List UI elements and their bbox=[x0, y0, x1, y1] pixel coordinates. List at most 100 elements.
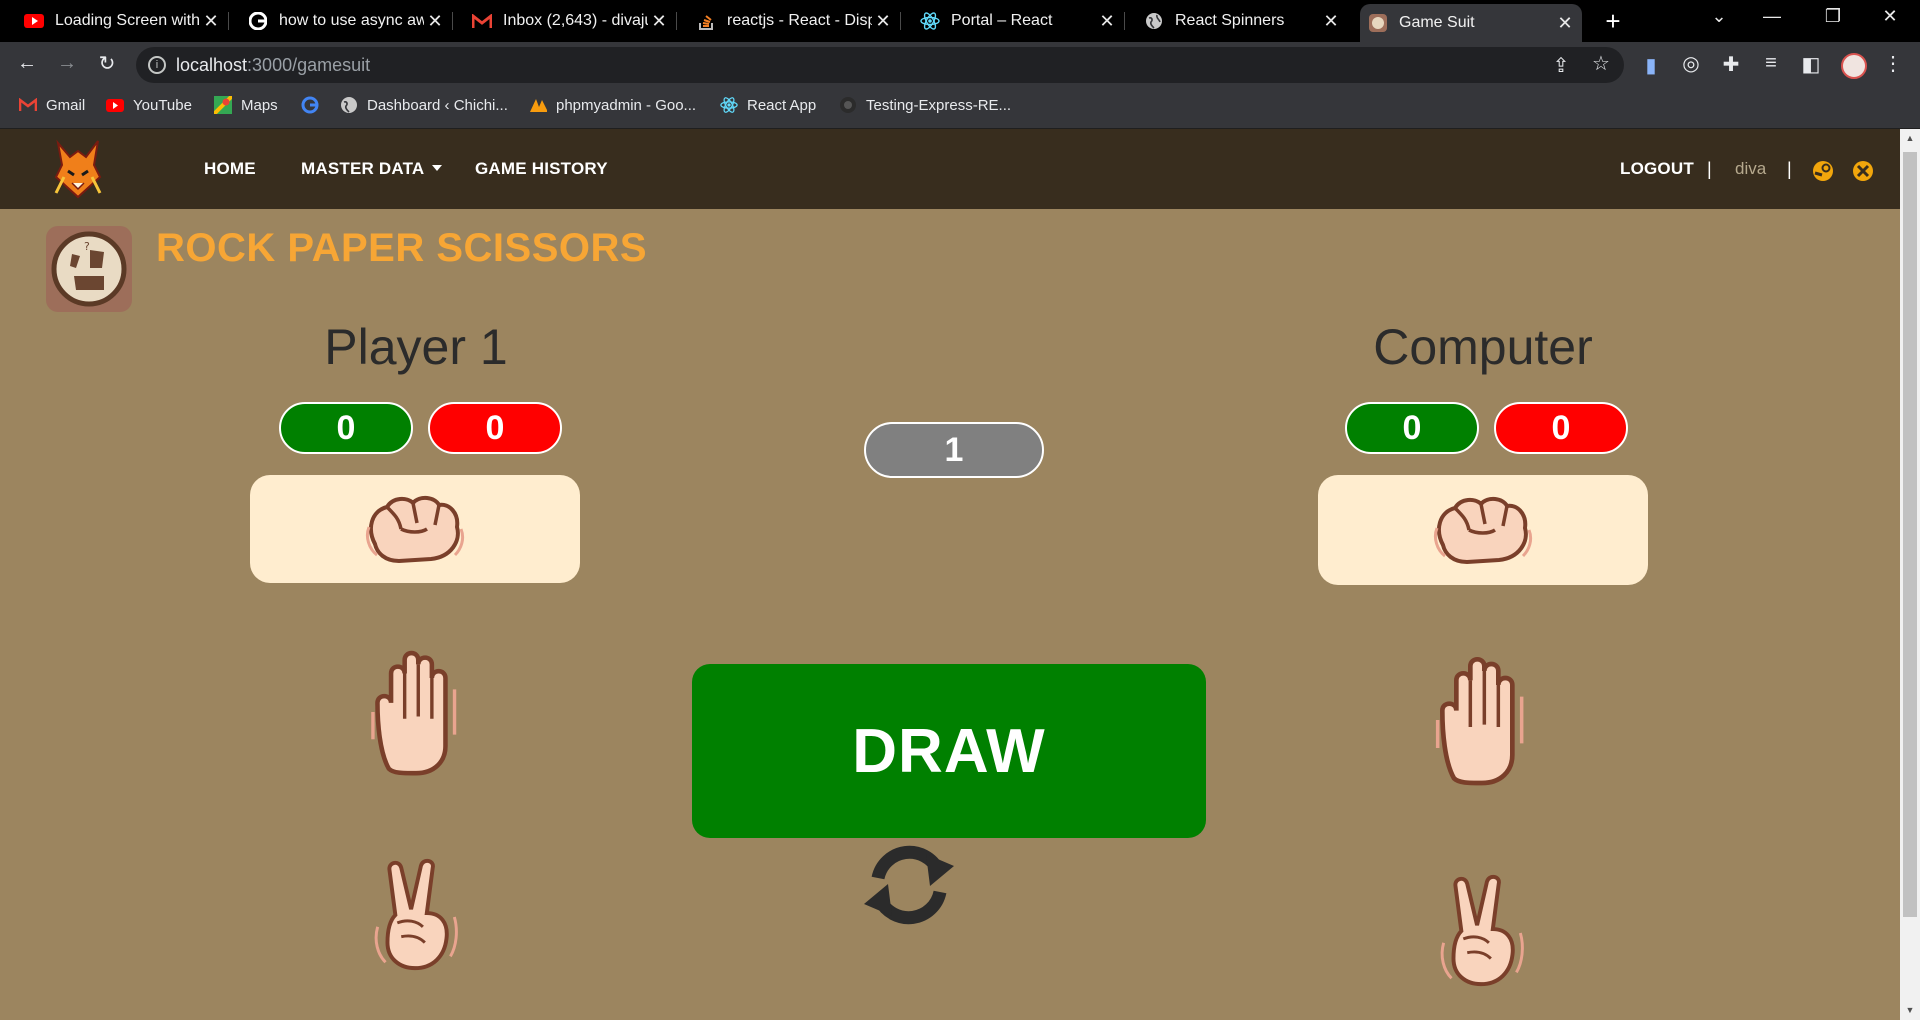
url-path: :3000/gamesuit bbox=[247, 55, 371, 75]
rock-icon bbox=[1433, 490, 1533, 570]
profile-avatar[interactable] bbox=[1841, 53, 1867, 79]
tab-title: Portal – React bbox=[951, 12, 1053, 29]
extension-docs-icon[interactable]: ▮ bbox=[1638, 53, 1664, 78]
extension-target-icon[interactable]: ◎ bbox=[1678, 51, 1704, 76]
stackoverflow-icon bbox=[696, 11, 716, 31]
player-choice-box bbox=[250, 475, 580, 583]
bookmark-github[interactable]: Testing-Express-RE... bbox=[839, 96, 1011, 114]
close-icon[interactable]: ✕ bbox=[200, 11, 222, 32]
scroll-up-arrow-icon[interactable]: ▲ bbox=[1904, 133, 1916, 143]
tab-title: how to use async awa bbox=[279, 12, 424, 29]
steam-icon[interactable] bbox=[1812, 160, 1834, 182]
reload-icon[interactable]: ↻ bbox=[94, 51, 120, 76]
computer-scissors-option bbox=[1428, 874, 1536, 992]
close-icon[interactable]: ✕ bbox=[872, 11, 894, 32]
nav-logout[interactable]: LOGOUT bbox=[1620, 159, 1694, 179]
tab-title: Loading Screen with R bbox=[55, 12, 200, 29]
bookmark-phpmyadmin[interactable]: phpmyadmin - Goo... bbox=[529, 96, 696, 114]
tab-title: reactjs - React - Displa bbox=[727, 12, 872, 29]
close-icon[interactable]: ✕ bbox=[648, 11, 670, 32]
bookmark-star-icon[interactable]: ☆ bbox=[1588, 51, 1614, 76]
media-control-icon[interactable]: ≡ bbox=[1758, 52, 1784, 75]
bookmark-label: Testing-Express-RE... bbox=[866, 96, 1012, 114]
nav-master-data-label: MASTER DATA bbox=[301, 159, 425, 178]
bookmark-dashboard[interactable]: Dashboard ‹ Chichi... bbox=[340, 96, 508, 114]
svg-text:?: ? bbox=[84, 240, 90, 253]
phpmyadmin-icon bbox=[529, 96, 547, 114]
nav-separator: | bbox=[1707, 159, 1712, 179]
share-icon[interactable]: ⇪ bbox=[1548, 53, 1574, 78]
round-badge: 1 bbox=[864, 422, 1044, 478]
back-icon[interactable]: ← bbox=[14, 52, 40, 75]
close-icon[interactable]: ✕ bbox=[1096, 11, 1118, 32]
bookmark-label: React App bbox=[747, 96, 817, 114]
close-icon[interactable]: ✕ bbox=[1320, 11, 1342, 32]
forward-icon[interactable]: → bbox=[54, 52, 80, 75]
bookmark-label: Maps bbox=[241, 96, 278, 114]
gmail-icon bbox=[472, 11, 492, 31]
side-panel-icon[interactable]: ◧ bbox=[1798, 52, 1824, 77]
tab-search-icon[interactable]: ⌄ bbox=[1699, 6, 1739, 27]
browser-tab[interactable]: Inbox (2,643) - divajur ✕ bbox=[464, 4, 677, 38]
browser-tab[interactable]: React Spinners ✕ bbox=[1136, 4, 1348, 38]
refresh-icon bbox=[864, 845, 954, 925]
bookmark-react-app[interactable]: React App bbox=[720, 96, 816, 114]
player-losses-badge: 0 bbox=[428, 402, 562, 454]
game-suit-icon bbox=[1368, 13, 1388, 33]
browser-tab-active[interactable]: Game Suit ✕ bbox=[1360, 4, 1582, 42]
youtube-icon bbox=[106, 96, 124, 114]
rock-icon bbox=[365, 489, 465, 569]
app-navbar bbox=[0, 129, 1900, 209]
paper-icon bbox=[1430, 650, 1534, 790]
player-name: Player 1 bbox=[324, 319, 508, 375]
browser-tab[interactable]: Portal – React ✕ bbox=[912, 4, 1125, 38]
nav-home[interactable]: HOME bbox=[204, 159, 256, 179]
refresh-button[interactable] bbox=[856, 834, 962, 934]
bookmark-google[interactable] bbox=[301, 96, 328, 114]
react-icon bbox=[920, 11, 940, 31]
react-icon bbox=[720, 96, 738, 114]
fox-logo[interactable] bbox=[50, 137, 106, 201]
player-wins-badge: 0 bbox=[279, 402, 413, 454]
browser-tab[interactable]: reactjs - React - Displa ✕ bbox=[688, 4, 901, 38]
restore-button[interactable]: ❐ bbox=[1813, 6, 1853, 27]
tab-title: React Spinners bbox=[1175, 12, 1285, 29]
nav-master-data-dropdown[interactable]: MASTER DATA bbox=[301, 159, 442, 179]
browser-tab[interactable]: Loading Screen with R ✕ bbox=[16, 4, 229, 38]
bookmark-label: Gmail bbox=[46, 96, 86, 114]
computer-name: Computer bbox=[1373, 319, 1593, 375]
close-icon[interactable]: ✕ bbox=[424, 11, 446, 32]
menu-kebab-icon[interactable]: ⋮ bbox=[1880, 51, 1906, 76]
youtube-icon bbox=[24, 11, 44, 31]
url-text: localhost:3000/gamesuit bbox=[176, 55, 370, 76]
bookmark-label: phpmyadmin - Goo... bbox=[556, 96, 697, 114]
bookmark-gmail[interactable]: Gmail bbox=[19, 96, 85, 114]
scroll-down-arrow-icon[interactable]: ▼ bbox=[1904, 1005, 1916, 1015]
browser-tab[interactable]: how to use async awa ✕ bbox=[240, 4, 453, 38]
close-window-button[interactable]: ✕ bbox=[1870, 6, 1910, 27]
close-icon[interactable]: ✕ bbox=[1554, 13, 1576, 34]
computer-paper-option bbox=[1430, 650, 1534, 790]
tab-title: Game Suit bbox=[1399, 14, 1475, 31]
bookmark-maps[interactable]: Maps bbox=[214, 96, 278, 114]
globe-icon bbox=[1144, 11, 1164, 31]
minimize-button[interactable]: — bbox=[1752, 6, 1792, 27]
player-scissors-button[interactable] bbox=[362, 858, 470, 976]
bookmark-youtube[interactable]: YouTube bbox=[106, 96, 192, 114]
bookmark-label: YouTube bbox=[133, 96, 192, 114]
new-tab-button[interactable]: + bbox=[1598, 6, 1628, 37]
xbox-icon[interactable] bbox=[1852, 160, 1874, 182]
scissors-icon bbox=[362, 858, 470, 976]
info-icon[interactable]: i bbox=[148, 56, 166, 74]
nav-game-history[interactable]: GAME HISTORY bbox=[475, 159, 608, 179]
result-banner: DRAW bbox=[692, 664, 1206, 838]
bookmark-label: Dashboard ‹ Chichi... bbox=[367, 96, 508, 114]
globe-icon bbox=[340, 96, 358, 114]
google-icon bbox=[248, 11, 268, 31]
tab-title: Inbox (2,643) - divajur bbox=[503, 12, 648, 29]
scrollbar-thumb[interactable] bbox=[1903, 152, 1917, 917]
extensions-puzzle-icon[interactable]: ✚ bbox=[1718, 52, 1744, 77]
player-paper-button[interactable] bbox=[364, 644, 468, 780]
gmail-icon bbox=[19, 96, 37, 114]
paper-icon bbox=[364, 644, 468, 780]
